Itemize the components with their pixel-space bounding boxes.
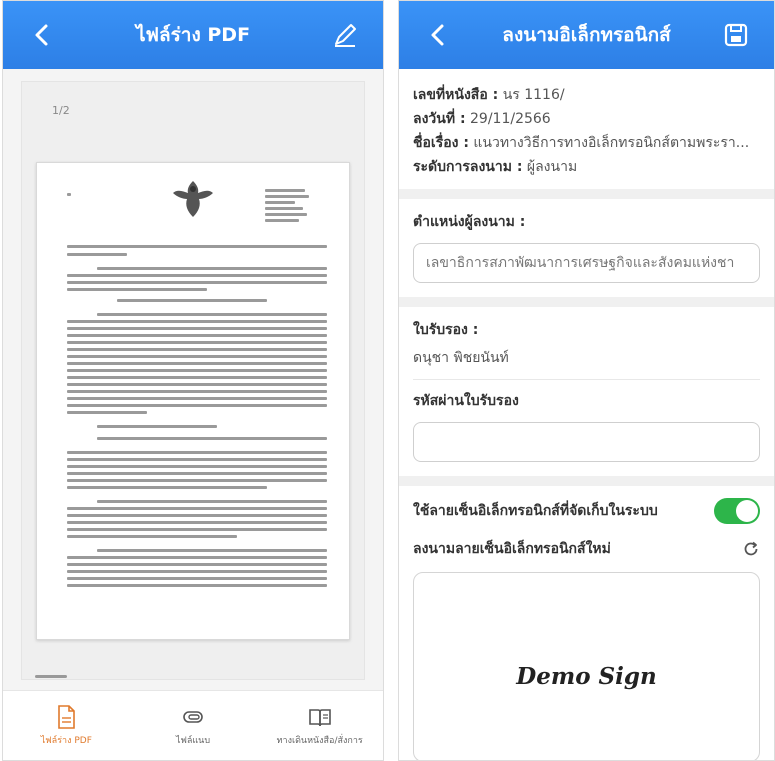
- garuda-emblem-icon: [173, 181, 213, 217]
- doc-number-value: นร 1116/: [502, 87, 565, 103]
- divider: [399, 476, 774, 486]
- nav-label: ไฟล์แนบ: [175, 736, 211, 746]
- pdf-file-icon: [58, 705, 76, 729]
- pen-icon[interactable]: [331, 21, 359, 49]
- doc-subject-value: แนวทางวิธีการทางอิเล็กทรอนิกส์ตามพระรา..…: [473, 135, 750, 151]
- nav-label: ทางเดินหนังสือ/สั่งการ: [276, 736, 363, 746]
- scroll-handle[interactable]: [35, 675, 67, 678]
- back-arrow-icon[interactable]: [31, 23, 55, 47]
- signature-drawing: Demo Sign: [516, 663, 657, 690]
- pdf-viewer[interactable]: 1/2: [3, 69, 383, 690]
- pdf-draft-screen: ไฟล์ร่าง PDF 1/2 ไฟล์ร่าง PDF ไฟล์แนบ ทา…: [2, 0, 384, 761]
- nav-attachments[interactable]: ไฟล์แนบ: [130, 691, 257, 760]
- pdf-canvas[interactable]: 1/2: [21, 81, 365, 680]
- nav-label: ไฟล์ร่าง PDF: [40, 736, 92, 746]
- certificate-value: ดนุชา พิชยนันท์: [413, 350, 509, 366]
- refresh-icon[interactable]: [742, 540, 760, 558]
- certificate-label: ใบรับรอง :: [413, 322, 479, 338]
- certificate-password-input[interactable]: [413, 422, 760, 462]
- page-title: ไฟล์ร่าง PDF: [135, 24, 251, 46]
- e-sign-screen: ลงนามอิเล็กทรอนิกส์ เลขที่หนังสือ : นร 1…: [398, 0, 775, 761]
- signature-section: ใช้ลายเซ็นอิเล็กทรอนิกส์ที่จัดเก็บในระบบ…: [399, 486, 774, 760]
- signer-position-field[interactable]: เลขาธิการสภาพัฒนาการเศรษฐกิจและสังคมแห่ง…: [413, 243, 760, 283]
- divider: [399, 297, 774, 307]
- sign-level-value: ผู้ลงนาม: [526, 159, 578, 175]
- toggle-knob: [736, 500, 758, 522]
- header-bar: ลงนามอิเล็กทรอนิกส์: [399, 1, 774, 69]
- stored-signature-row: ใช้ลายเซ็นอิเล็กทรอนิกส์ที่จัดเก็บในระบบ: [413, 486, 760, 524]
- new-signature-label: ลงนามลายเซ็นอิเล็กทรอนิกส์ใหม่: [413, 541, 611, 557]
- sign-level-label: ระดับการลงนาม :: [413, 159, 523, 175]
- doc-subject-label: ชื่อเรื่อง :: [413, 135, 469, 151]
- book-icon: [308, 709, 331, 727]
- divider: [399, 189, 774, 199]
- new-signature-row: ลงนามลายเซ็นอิเล็กทรอนิกส์ใหม่: [413, 524, 760, 560]
- bottom-nav: ไฟล์ร่าง PDF ไฟล์แนบ ทางเดินหนังสือ/สั่ง…: [3, 690, 383, 760]
- doc-number-label: เลขที่หนังสือ :: [413, 87, 499, 103]
- signer-position-label: ตำแหน่งผู้ลงนาม :: [413, 214, 526, 230]
- certificate-section: ใบรับรอง : ดนุชา พิชยนันท์ รหัสผ่านใบรับ…: [399, 307, 774, 476]
- header-bar: ไฟล์ร่าง PDF: [3, 1, 383, 69]
- page-indicator: 1/2: [52, 104, 70, 117]
- certificate-password-label: รหัสผ่านใบรับรอง: [413, 393, 519, 409]
- signer-position-section: ตำแหน่งผู้ลงนาม : เลขาธิการสภาพัฒนาการเศ…: [399, 199, 774, 297]
- stored-signature-toggle[interactable]: [714, 498, 760, 524]
- page-title: ลงนามอิเล็กทรอนิกส์: [502, 24, 671, 46]
- document-page: [36, 162, 350, 640]
- save-icon[interactable]: [722, 21, 750, 49]
- back-arrow-icon[interactable]: [427, 23, 451, 47]
- document-info: เลขที่หนังสือ : นร 1116/ ลงวันที่ : 29/1…: [399, 69, 774, 189]
- nav-document-route[interactable]: ทางเดินหนังสือ/สั่งการ: [256, 691, 383, 760]
- doc-date-value: 29/11/2566: [470, 111, 551, 127]
- nav-pdf-draft[interactable]: ไฟล์ร่าง PDF: [3, 691, 130, 760]
- stored-signature-label: ใช้ลายเซ็นอิเล็กทรอนิกส์ที่จัดเก็บในระบบ: [413, 503, 658, 519]
- paperclip-icon: [183, 711, 203, 723]
- signature-pad[interactable]: Demo Sign: [413, 572, 760, 760]
- doc-date-label: ลงวันที่ :: [413, 111, 466, 127]
